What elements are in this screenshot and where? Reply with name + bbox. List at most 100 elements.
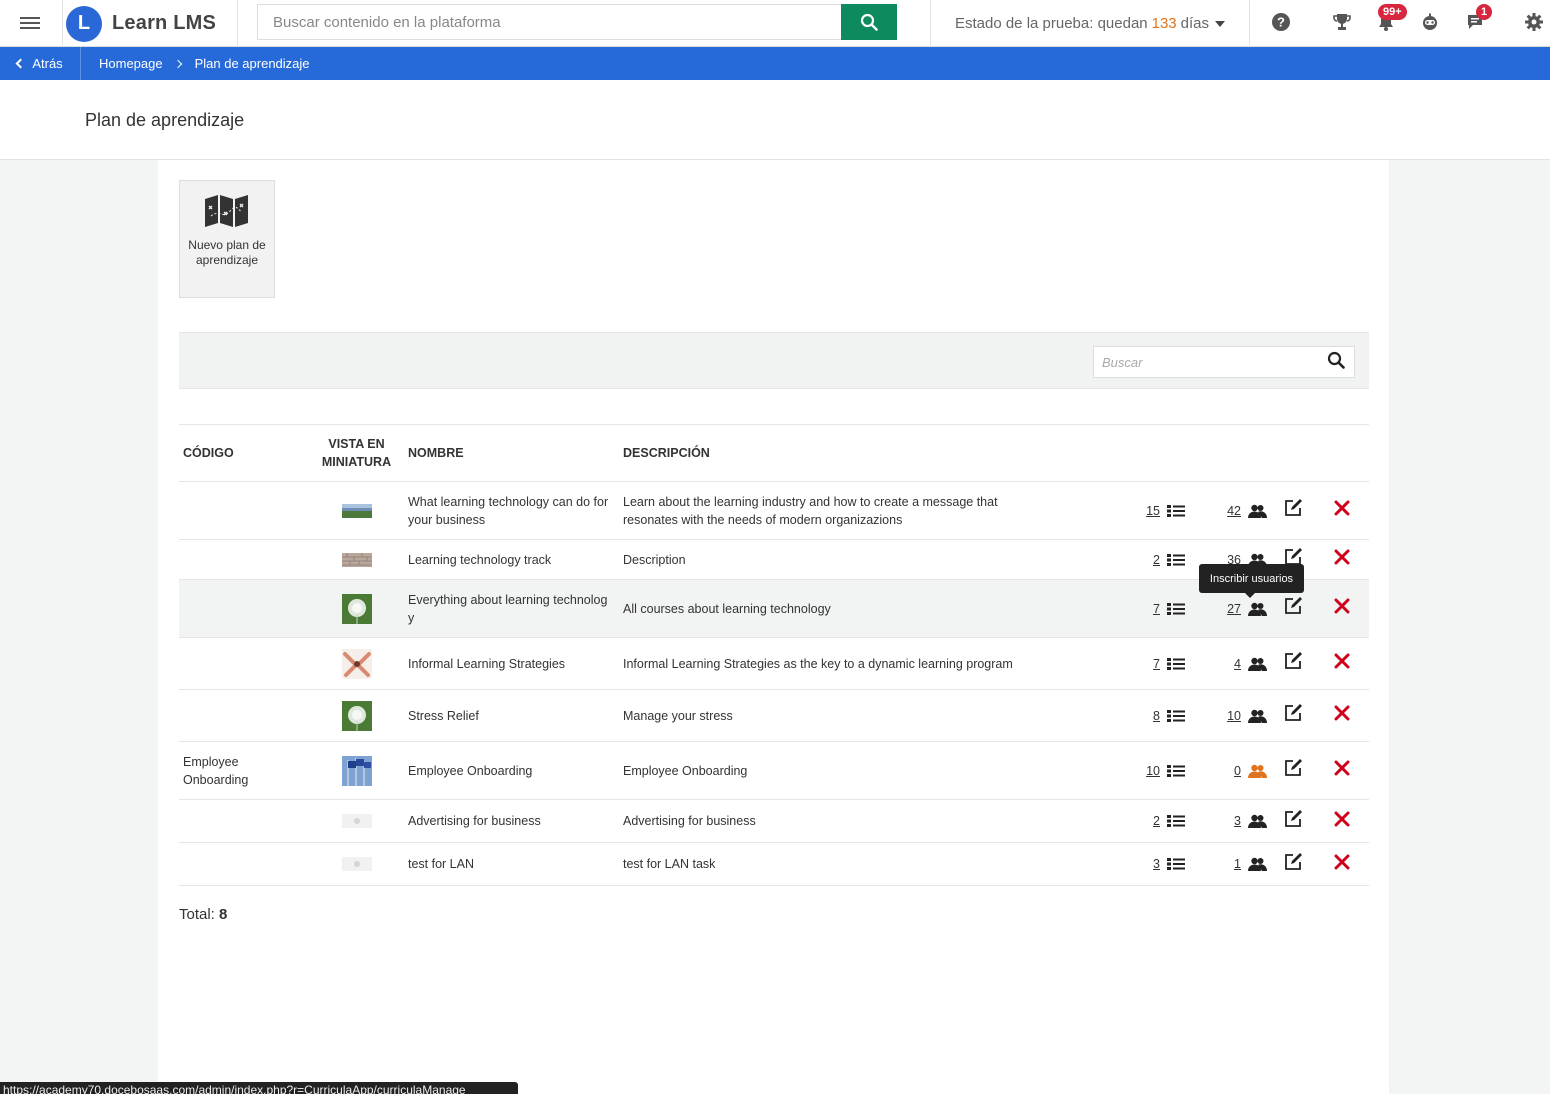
delete-icon[interactable] [1334, 854, 1350, 870]
enroll-users-icon[interactable] [1248, 657, 1267, 671]
delete-icon[interactable] [1334, 760, 1350, 776]
cell-courses: 2 [1089, 539, 1189, 580]
courses-count-link[interactable]: 3 [1153, 855, 1160, 873]
cell-code [179, 799, 309, 843]
hamburger-menu-icon[interactable] [20, 14, 40, 32]
list-icon[interactable] [1167, 657, 1185, 671]
cell-delete [1315, 689, 1369, 742]
delete-icon[interactable] [1334, 705, 1350, 721]
users-count-link[interactable]: 10 [1227, 707, 1241, 725]
column-header-name[interactable]: NOMBRE [404, 424, 619, 482]
table-row: Employee Onboarding Employee Onboarding … [179, 741, 1369, 800]
edit-icon[interactable] [1284, 704, 1302, 722]
delete-icon[interactable] [1334, 653, 1350, 669]
cell-name: What learning technology can do for your… [404, 481, 619, 540]
filter-bar [179, 332, 1369, 389]
users-count-link[interactable]: 3 [1234, 812, 1241, 830]
list-icon[interactable] [1167, 814, 1185, 828]
back-button[interactable]: Atrás [0, 47, 81, 80]
cell-thumbnail [309, 741, 404, 800]
cell-thumbnail [309, 579, 404, 638]
delete-icon[interactable] [1334, 500, 1350, 516]
cell-courses: 7 [1089, 579, 1189, 638]
list-icon[interactable] [1167, 764, 1185, 778]
cell-courses: 7 [1089, 637, 1189, 690]
bot-icon[interactable] [1420, 12, 1442, 34]
users-count-link[interactable]: 4 [1234, 655, 1241, 673]
courses-count-link[interactable]: 15 [1146, 502, 1160, 520]
edit-icon[interactable] [1284, 652, 1302, 670]
logo-icon: L [66, 5, 102, 42]
users-count-link[interactable]: 1 [1234, 855, 1241, 873]
search-icon [860, 13, 878, 31]
cell-thumbnail [309, 481, 404, 540]
edit-icon[interactable] [1284, 759, 1302, 777]
table-row: Advertising for business Advertising for… [179, 799, 1369, 843]
cell-courses: 8 [1089, 689, 1189, 742]
thumbnail-image [341, 552, 372, 567]
enroll-users-icon[interactable] [1248, 814, 1267, 828]
edit-icon[interactable] [1284, 852, 1302, 871]
trial-status-dropdown[interactable]: Estado de la prueba: quedan 133 días [930, 0, 1250, 47]
total-label: Total: [179, 906, 215, 923]
cell-description: Description [619, 539, 1089, 580]
courses-count-link[interactable]: 7 [1153, 600, 1160, 618]
enroll-users-icon[interactable] [1248, 504, 1267, 518]
notifications-icon[interactable]: 99+ [1376, 4, 1407, 34]
app-logo[interactable]: L Learn LMS [62, 0, 238, 47]
cell-courses: 15 [1089, 481, 1189, 540]
filter-search-button[interactable] [1327, 351, 1347, 371]
cell-edit [1271, 799, 1315, 843]
edit-icon[interactable] [1284, 499, 1302, 517]
enroll-users-icon[interactable] [1248, 857, 1267, 871]
trial-suffix: días [1180, 15, 1210, 32]
enroll-users-icon[interactable] [1248, 602, 1267, 616]
gear-icon[interactable] [1524, 12, 1546, 34]
global-search-input[interactable] [257, 4, 841, 40]
cell-description: Advertising for business [619, 799, 1089, 843]
list-icon[interactable] [1167, 504, 1185, 518]
filter-search-input[interactable] [1093, 346, 1355, 378]
table-row: Learning technology track Description 2 … [179, 539, 1369, 580]
edit-icon[interactable] [1284, 597, 1302, 615]
courses-count-link[interactable]: 2 [1153, 812, 1160, 830]
new-learning-plan-button[interactable]: Nuevo plan de aprendizaje [179, 180, 275, 298]
delete-icon[interactable] [1334, 549, 1350, 565]
courses-count-link[interactable]: 8 [1153, 707, 1160, 725]
messages-icon[interactable]: 1 [1465, 4, 1493, 34]
table-row: test for LAN test for LAN task 3 1 [179, 842, 1369, 886]
users-count-link[interactable]: 27 [1227, 600, 1241, 618]
cell-code [179, 481, 309, 540]
delete-icon[interactable] [1334, 811, 1350, 827]
trophy-icon[interactable] [1332, 12, 1354, 34]
users-count-link[interactable]: 42 [1227, 502, 1241, 520]
edit-icon[interactable] [1284, 809, 1302, 828]
page-title: Plan de aprendizaje [85, 110, 245, 130]
enroll-users-icon[interactable] [1248, 709, 1267, 723]
cell-name: Advertising for business [404, 799, 619, 843]
breadcrumb-current[interactable]: Plan de aprendizaje [195, 56, 310, 71]
cell-users: 1 [1189, 842, 1271, 886]
delete-icon[interactable] [1334, 598, 1350, 614]
global-search-button[interactable] [841, 4, 897, 40]
users-count-link[interactable]: 0 [1234, 762, 1241, 780]
status-bar-url: https://academy70.docebosaas.com/admin/i… [0, 1082, 518, 1094]
cell-thumbnail [309, 637, 404, 690]
enroll-users-icon[interactable] [1248, 764, 1267, 778]
cell-code [179, 689, 309, 742]
map-icon [205, 195, 248, 227]
cell-edit [1271, 689, 1315, 742]
table-row: Informal Learning Strategies Informal Le… [179, 637, 1369, 690]
list-icon[interactable] [1167, 602, 1185, 616]
list-icon[interactable] [1167, 857, 1185, 871]
list-icon[interactable] [1167, 709, 1185, 723]
help-icon[interactable]: ? [1271, 12, 1293, 34]
courses-count-link[interactable]: 2 [1153, 551, 1160, 569]
cell-name: Informal Learning Strategies [404, 637, 619, 690]
courses-count-link[interactable]: 7 [1153, 655, 1160, 673]
column-header-code[interactable]: CÓDIGO [179, 424, 309, 482]
courses-count-link[interactable]: 10 [1146, 762, 1160, 780]
breadcrumb-homepage[interactable]: Homepage [99, 56, 163, 71]
list-icon[interactable] [1167, 553, 1185, 567]
messages-badge: 1 [1476, 4, 1493, 20]
